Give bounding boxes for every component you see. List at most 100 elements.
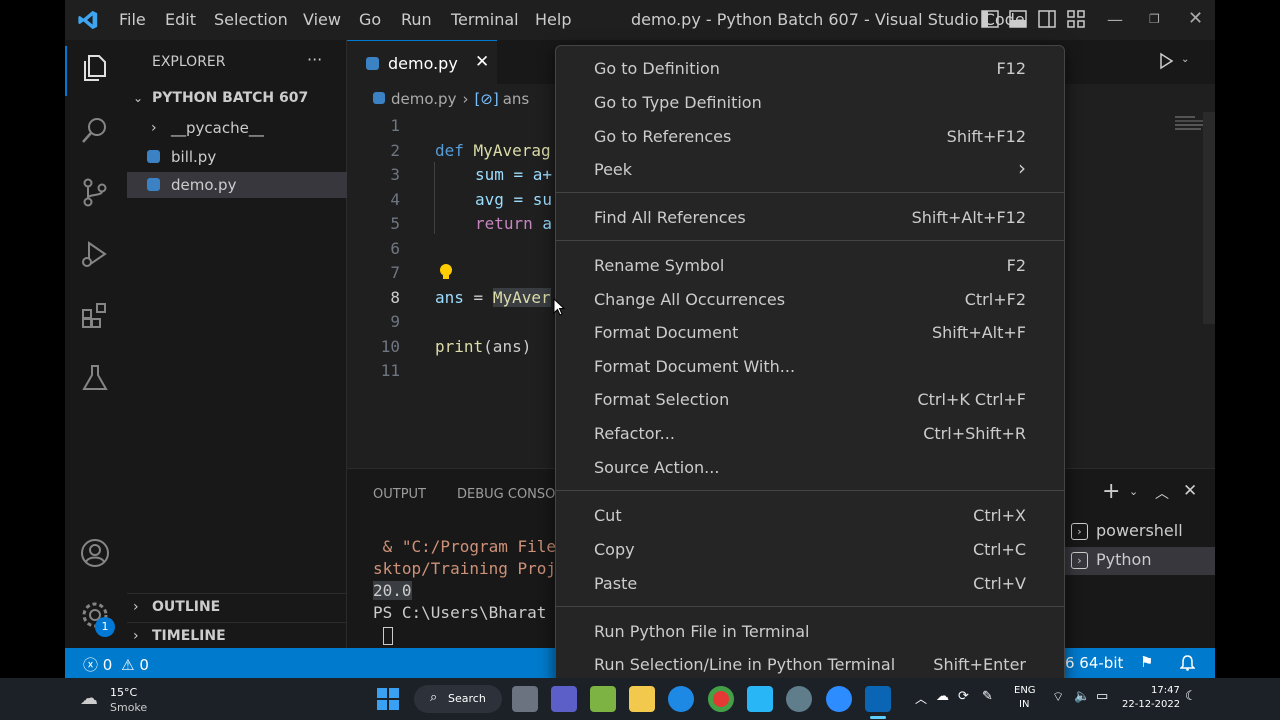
breadcrumb-separator-icon: › (462, 90, 469, 108)
line-number: 3 (390, 165, 400, 184)
app-icon[interactable] (590, 686, 616, 712)
error-icon: ⓧ (83, 656, 99, 674)
tab-output[interactable]: OUTPUT (373, 487, 426, 502)
terminal-dropdown-icon[interactable]: ⌄ (1129, 485, 1138, 498)
toggle-sidebar-icon[interactable] (981, 10, 999, 28)
menu-item-change-all-occurrences[interactable]: Change All Occurrences (594, 290, 785, 309)
terminal-line: sktop/Training Proj (373, 559, 557, 578)
language-eng[interactable]: ENG (1014, 685, 1036, 696)
folder-header[interactable]: ⌄ PYTHON BATCH 607 (127, 85, 347, 111)
menu-item-cut[interactable]: Cut (594, 506, 622, 525)
tree-item-demo[interactable]: demo.py (127, 172, 347, 198)
timeline-section[interactable]: › TIMELINE (127, 622, 347, 648)
toggle-secondary-sidebar-icon[interactable] (1038, 10, 1056, 28)
settings-icon[interactable] (786, 686, 812, 712)
pen-icon[interactable]: ✎ (982, 689, 993, 704)
tab-demo-py[interactable]: demo.py ✕ (347, 40, 497, 84)
lightbulb-icon[interactable] (439, 263, 453, 281)
menu-selection[interactable]: Selection (214, 10, 288, 29)
search-label: Search (448, 692, 486, 705)
vscode-window: File Edit Selection View Go Run Terminal… (65, 0, 1215, 678)
chat-icon[interactable] (551, 686, 577, 712)
breadcrumb: demo.py › [⊘] ans (373, 90, 529, 108)
more-actions-icon[interactable]: ··· (307, 50, 322, 69)
weather-temp: 15°C (110, 686, 138, 699)
menu-item-go-to-type-definition[interactable]: Go to Type Definition (594, 93, 762, 112)
restore-icon[interactable]: ❐ (1149, 12, 1160, 26)
menu-item-copy[interactable]: Copy (594, 540, 635, 559)
shortcut-label: Shift+Alt+F (931, 323, 1026, 342)
menu-item-format-selection[interactable]: Format Selection (594, 390, 729, 409)
menu-item-source-action[interactable]: Source Action... (594, 458, 719, 477)
menu-item-rename-symbol[interactable]: Rename Symbol (594, 256, 724, 275)
menu-go[interactable]: Go (359, 10, 381, 29)
feedback-icon[interactable]: ⚑ (1140, 653, 1153, 671)
testing-icon[interactable] (79, 362, 111, 394)
onedrive-icon[interactable]: ☁ (936, 689, 949, 704)
menu-item-find-all-references[interactable]: Find All References (594, 208, 746, 227)
notifications-bell-icon[interactable] (1180, 655, 1195, 671)
source-control-icon[interactable] (79, 176, 111, 208)
vscode-taskbar-icon[interactable] (865, 686, 891, 712)
menu-help[interactable]: Help (535, 10, 571, 29)
close-window-icon[interactable]: ✕ (1188, 8, 1203, 29)
menu-file[interactable]: File (119, 10, 146, 29)
menu-run[interactable]: Run (401, 10, 432, 29)
run-python-file-icon[interactable] (1157, 52, 1175, 70)
notepad-icon[interactable] (747, 686, 773, 712)
outline-section[interactable]: › OUTLINE (127, 593, 347, 619)
breadcrumb-symbol[interactable]: ans (503, 90, 530, 108)
menu-terminal[interactable]: Terminal (451, 10, 519, 29)
minimize-icon[interactable]: — (1107, 10, 1123, 29)
sync-icon[interactable]: ⟳ (958, 689, 969, 704)
explorer-icon[interactable] (79, 52, 111, 84)
chrome-icon[interactable] (708, 686, 734, 712)
menu-item-go-to-definition[interactable]: Go to Definition (594, 59, 720, 78)
menu-item-run-selection[interactable]: Run Selection/Line in Python Terminal (594, 655, 895, 674)
file-explorer-icon[interactable] (629, 686, 655, 712)
taskbar-search[interactable]: ⌕ Search (414, 685, 502, 713)
tab-debug-console[interactable]: DEBUG CONSO (457, 487, 555, 502)
new-terminal-icon[interactable]: + (1102, 479, 1120, 504)
zoom-icon[interactable] (826, 686, 852, 712)
run-dropdown-icon[interactable]: ⌄ (1181, 54, 1189, 65)
problems-indicator[interactable]: ⓧ 0 ⚠ 0 (83, 654, 149, 675)
close-panel-icon[interactable]: ✕ (1183, 481, 1197, 501)
tree-item-bill[interactable]: bill.py (127, 144, 347, 170)
edge-icon[interactable] (668, 686, 694, 712)
menu-item-format-document[interactable]: Format Document (594, 323, 738, 342)
terminal-list-item[interactable]: › powershell (1065, 519, 1215, 547)
menu-item-format-document-with[interactable]: Format Document With... (594, 357, 795, 376)
maximize-panel-icon[interactable]: ︿ (1155, 483, 1169, 503)
customize-layout-icon[interactable] (1067, 10, 1085, 28)
account-icon[interactable] (79, 537, 111, 569)
battery-icon[interactable]: ▭ (1096, 689, 1108, 704)
tree-item-pycache[interactable]: › __pycache__ (127, 115, 347, 141)
menu-view[interactable]: View (303, 10, 341, 29)
extensions-icon[interactable] (79, 300, 111, 332)
search-icon[interactable] (79, 114, 111, 146)
language-in[interactable]: IN (1019, 699, 1029, 710)
breadcrumb-file[interactable]: demo.py (391, 90, 456, 108)
volume-icon[interactable]: 🔈 (1074, 689, 1090, 704)
run-debug-icon[interactable] (79, 238, 111, 270)
menu-edit[interactable]: Edit (165, 10, 196, 29)
windows-start-icon[interactable] (377, 688, 399, 710)
editor-scrollbar[interactable] (1203, 112, 1215, 324)
clock-time[interactable]: 17:47 (1151, 685, 1180, 696)
terminal-list-item[interactable]: › Python (1065, 547, 1215, 575)
close-tab-icon[interactable]: ✕ (475, 52, 489, 72)
notification-center-icon[interactable]: ☾ (1185, 689, 1197, 704)
menu-item-run-python-file[interactable]: Run Python File in Terminal (594, 622, 809, 641)
menu-item-refactor[interactable]: Refactor... (594, 424, 675, 443)
menu-item-go-to-references[interactable]: Go to References (594, 127, 731, 146)
clock-date[interactable]: 22-12-2022 (1122, 699, 1180, 710)
show-hidden-icons-icon[interactable]: ︿ (915, 690, 927, 707)
wifi-icon[interactable]: ⌔ (1052, 689, 1064, 705)
toggle-panel-icon[interactable] (1009, 10, 1027, 28)
chevron-right-icon: › (133, 628, 139, 644)
python-interpreter[interactable]: 6 64-bit (1065, 654, 1123, 672)
menu-item-paste[interactable]: Paste (594, 574, 637, 593)
task-view-icon[interactable] (512, 686, 538, 712)
menu-item-peek[interactable]: Peek (594, 160, 632, 179)
